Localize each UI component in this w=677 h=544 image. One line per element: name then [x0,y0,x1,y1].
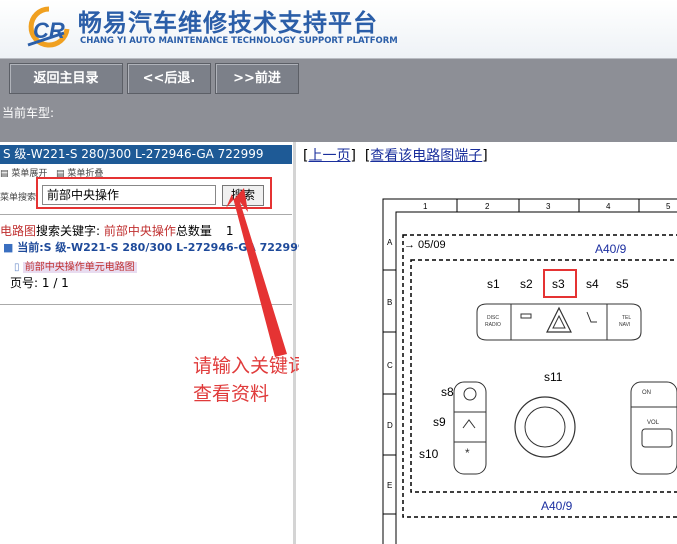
navi-label: NAVI [619,322,630,328]
disc-label: DISC [487,315,499,321]
tel-label: TEL [622,315,631,321]
component-label-top: A40/9 [595,242,627,256]
row-label: D [387,421,393,430]
back-home-button[interactable]: 返回主目录 [9,63,123,94]
col-label: 5 [666,202,671,211]
on-label: ON [642,390,651,396]
row-label: B [387,298,392,307]
switch-label: s5 [616,277,629,291]
control-knob-icon [514,396,576,458]
row-label: C [387,361,393,370]
col-label: 1 [423,202,428,211]
switch-label-s3: s3 [552,277,565,291]
switch-label: s1 [487,277,500,291]
switch-label: s8 [441,385,454,399]
current-car-type: 当前车型: [0,98,677,142]
asterisk-icon: * [465,446,470,460]
row-label: A [387,238,393,247]
switch-label: s11 [544,370,563,384]
component-label-bottom: A40/9 [541,499,573,513]
col-label: 4 [606,202,611,211]
col-label: 2 [485,202,490,211]
col-label: 3 [546,202,551,211]
annotation-arrow-icon [226,188,287,357]
switch-label: s10 [419,447,439,461]
cr-logo-icon: CR [27,6,70,48]
app-header: CR 畅易汽车维修技术支持平台 CHANG YI AUTO MAINTENANC… [0,0,677,58]
switch-label: s4 [586,277,599,291]
switch-label: s2 [520,277,533,291]
left-panel: S 级-W221-S 280/300 L-272946-GA 722999 ▤ … [0,142,345,544]
switch-label: s9 [433,415,446,429]
circuit-diagram: 1 2 3 4 5 A B C D E → 05/09 A40/9 A40/9 … [382,198,677,544]
date-label: → 05/09 [404,239,446,251]
app-title: 畅易汽车维修技术支持平台 [78,9,378,37]
app-subtitle: CHANG YI AUTO MAINTENANCE TECHNOLOGY SUP… [80,36,398,46]
right-panel: [上一页] [查看该电路图端子] 1 2 3 4 5 A B C D E → 0… [299,142,677,544]
radio-label: RADIO [485,322,501,328]
toolbar: 返回主目录 <<后退. >>前进 [0,58,677,98]
forward-button[interactable]: >>前进 [215,63,299,94]
row-label: E [387,481,392,490]
vol-label: VOL [647,420,660,426]
back-button[interactable]: <<后退. [127,63,211,94]
